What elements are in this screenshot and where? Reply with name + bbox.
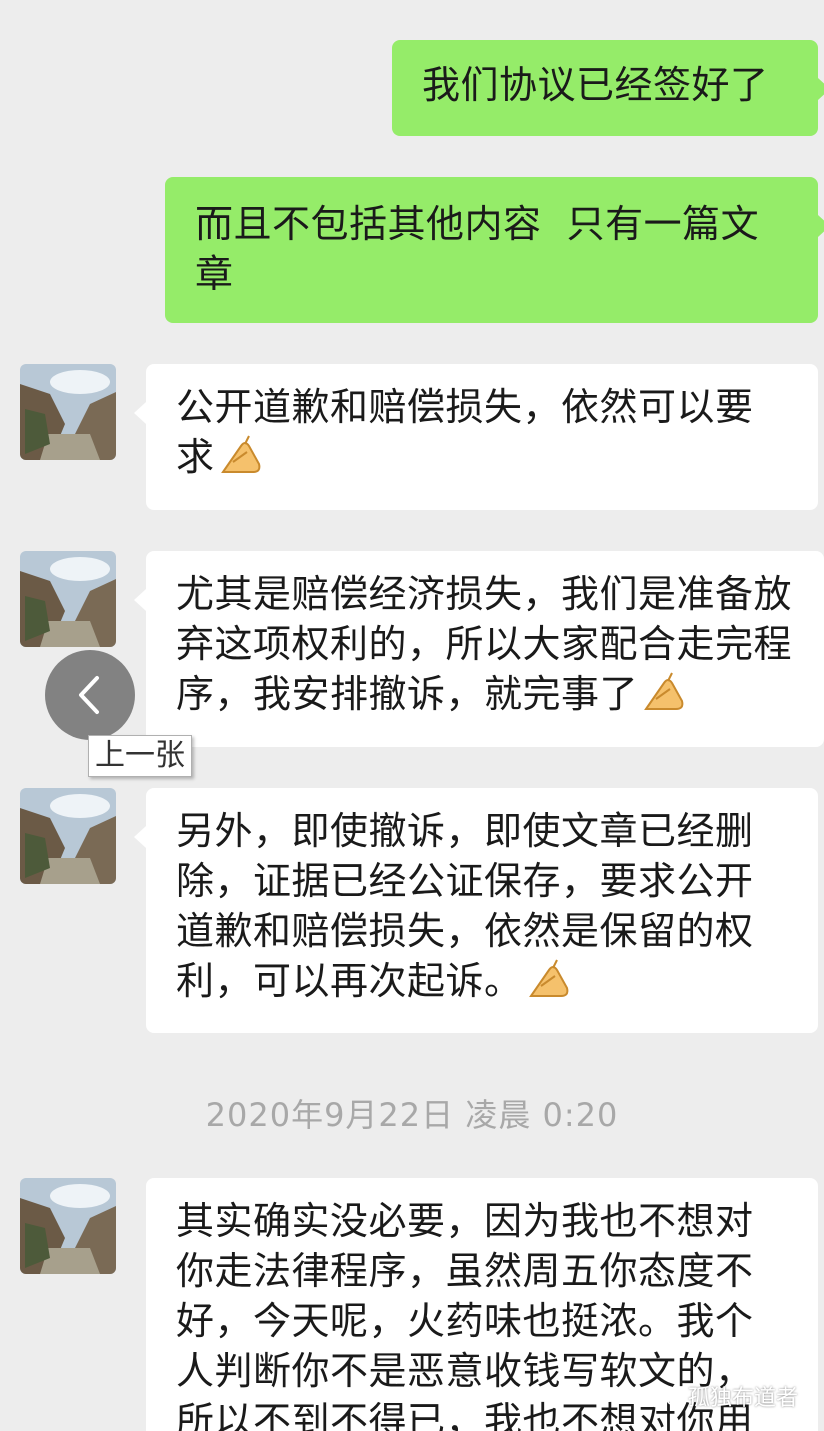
hands-icon — [644, 672, 684, 710]
message-text: 尤其是赔偿经济损失，我们是准备放弃这项权利的，所以大家配合走完程序，我安排撤诉，… — [176, 572, 793, 716]
sent-message-bubble[interactable]: 我们协议已经签好了 — [392, 40, 824, 136]
watermark-text: 孤独布道者 — [687, 1386, 798, 1411]
hands-icon — [528, 959, 568, 997]
message-text: 公开道歉和赔偿损失，依然可以要求 — [176, 385, 754, 479]
message-text: 我们协议已经签好了 — [422, 63, 769, 107]
sent-message-bubble[interactable]: 而且不包括其他内容 只有一篇文章 — [165, 177, 824, 323]
hands-icon — [220, 435, 260, 473]
previous-image-tooltip: 上一张 — [88, 735, 192, 777]
watermark: 孤独布道者 — [658, 1380, 798, 1412]
message-text: 另外，即使撤诉，即使文章已经删除，证据已经公证保存，要求公开道歉和赔偿损失，依然… — [176, 809, 754, 1003]
contact-avatar[interactable] — [20, 1178, 116, 1274]
contact-avatar[interactable] — [20, 551, 116, 647]
previous-image-button[interactable] — [45, 650, 135, 740]
contact-avatar[interactable] — [20, 364, 116, 460]
message-timestamp: 2020年9月22日 凌晨 0:20 — [205, 1096, 619, 1134]
contact-avatar[interactable] — [20, 788, 116, 884]
received-message-bubble[interactable]: 公开道歉和赔偿损失，依然可以要求 — [134, 364, 818, 510]
received-message-bubble[interactable]: 尤其是赔偿经济损失，我们是准备放弃这项权利的，所以大家配合走完程序，我安排撤诉，… — [134, 551, 824, 747]
chevron-left-icon — [79, 676, 99, 714]
wechat-icon — [658, 1386, 684, 1406]
message-text: 而且不包括其他内容 只有一篇文章 — [195, 202, 760, 296]
received-message-bubble[interactable]: 另外，即使撤诉，即使文章已经删除，证据已经公证保存，要求公开道歉和赔偿损失，依然… — [134, 788, 818, 1033]
